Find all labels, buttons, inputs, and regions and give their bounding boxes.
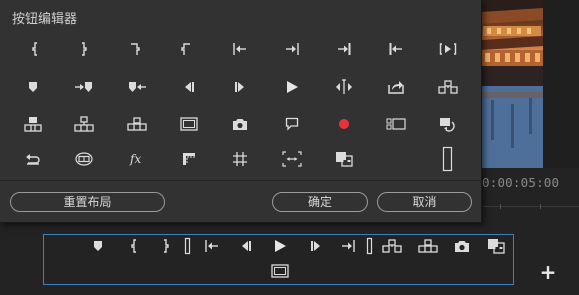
ruler-tick: [540, 204, 541, 209]
restore-icon[interactable]: [18, 146, 48, 172]
grid-icon[interactable]: [225, 146, 255, 172]
export-icon[interactable]: [381, 74, 411, 100]
trim-edit-icon[interactable]: [329, 74, 359, 100]
go-to-out-point-icon[interactable]: [329, 36, 359, 62]
ok-button[interactable]: 确定: [272, 192, 368, 212]
go-to-in-icon[interactable]: [200, 235, 224, 257]
time-ruler[interactable]: [481, 206, 579, 207]
go-to-next-marker-icon[interactable]: [69, 74, 99, 100]
step-forward-icon[interactable]: [225, 74, 255, 100]
mark-clip-out-icon[interactable]: [171, 36, 201, 62]
transport-controls-bar[interactable]: [43, 234, 514, 285]
go-to-out-icon[interactable]: [277, 36, 307, 62]
video-preview: [481, 0, 543, 168]
mark-clip-in-icon[interactable]: [120, 36, 150, 62]
cancel-button[interactable]: 取消: [377, 192, 472, 212]
fx-icon[interactable]: fx: [122, 146, 152, 172]
go-to-in-point-icon[interactable]: [381, 36, 411, 62]
mark-in-icon[interactable]: [20, 36, 50, 62]
export-frame-icon[interactable]: [450, 235, 474, 257]
add-marker-icon[interactable]: [86, 235, 110, 257]
button-editor-add-button[interactable]: +: [538, 262, 558, 282]
step-back-icon[interactable]: [174, 74, 204, 100]
ruler-icon[interactable]: [174, 146, 204, 172]
ruler-tick: [500, 204, 501, 209]
insert-icon[interactable]: [380, 235, 404, 257]
reset-layout-button[interactable]: 重置布局: [10, 192, 165, 212]
fit-icon[interactable]: [277, 146, 307, 172]
mark-out-icon[interactable]: [69, 36, 99, 62]
vr-video-icon[interactable]: [69, 146, 99, 172]
button-editor-dialog: 按钮编辑器 fx 重置布局 确定 取消: [0, 0, 482, 223]
mark-out-icon[interactable]: [154, 235, 178, 257]
overwrite-icon[interactable]: [122, 111, 152, 137]
play-in-to-out-icon[interactable]: [433, 36, 463, 62]
dialog-title: 按钮编辑器: [12, 12, 78, 27]
play-icon[interactable]: [268, 235, 292, 257]
safe-margins-icon[interactable]: [268, 260, 292, 282]
play-icon[interactable]: [277, 74, 307, 100]
svg-text:fx: fx: [129, 152, 141, 166]
export-frame-icon[interactable]: [225, 111, 255, 137]
compare-view-icon[interactable]: [329, 146, 359, 172]
step-forward-icon[interactable]: [304, 235, 328, 257]
spacer-icon[interactable]: [176, 235, 200, 257]
go-to-in-icon[interactable]: [225, 36, 255, 62]
monitor-side-strip: [543, 0, 579, 168]
record-icon[interactable]: [329, 111, 359, 137]
spacer-icon[interactable]: [433, 146, 463, 172]
insert-icon[interactable]: [433, 74, 463, 100]
spacer-icon[interactable]: [358, 235, 382, 257]
comment-icon[interactable]: [277, 111, 307, 137]
extract-icon[interactable]: [69, 111, 99, 137]
lift-icon[interactable]: [18, 111, 48, 137]
mark-in-icon[interactable]: [122, 235, 146, 257]
safe-margins-icon[interactable]: [174, 111, 204, 137]
playhead-timecode[interactable]: 0:00:05:00: [482, 175, 559, 190]
go-to-out-icon[interactable]: [336, 235, 360, 257]
loop-icon[interactable]: [433, 111, 463, 137]
compare-view-icon[interactable]: [484, 235, 508, 257]
multi-camera-icon[interactable]: [381, 111, 411, 137]
step-back-icon[interactable]: [234, 235, 258, 257]
go-to-previous-marker-icon[interactable]: [122, 74, 152, 100]
overwrite-icon[interactable]: [416, 235, 440, 257]
add-marker-icon[interactable]: [18, 74, 48, 100]
dialog-divider: [0, 180, 481, 181]
